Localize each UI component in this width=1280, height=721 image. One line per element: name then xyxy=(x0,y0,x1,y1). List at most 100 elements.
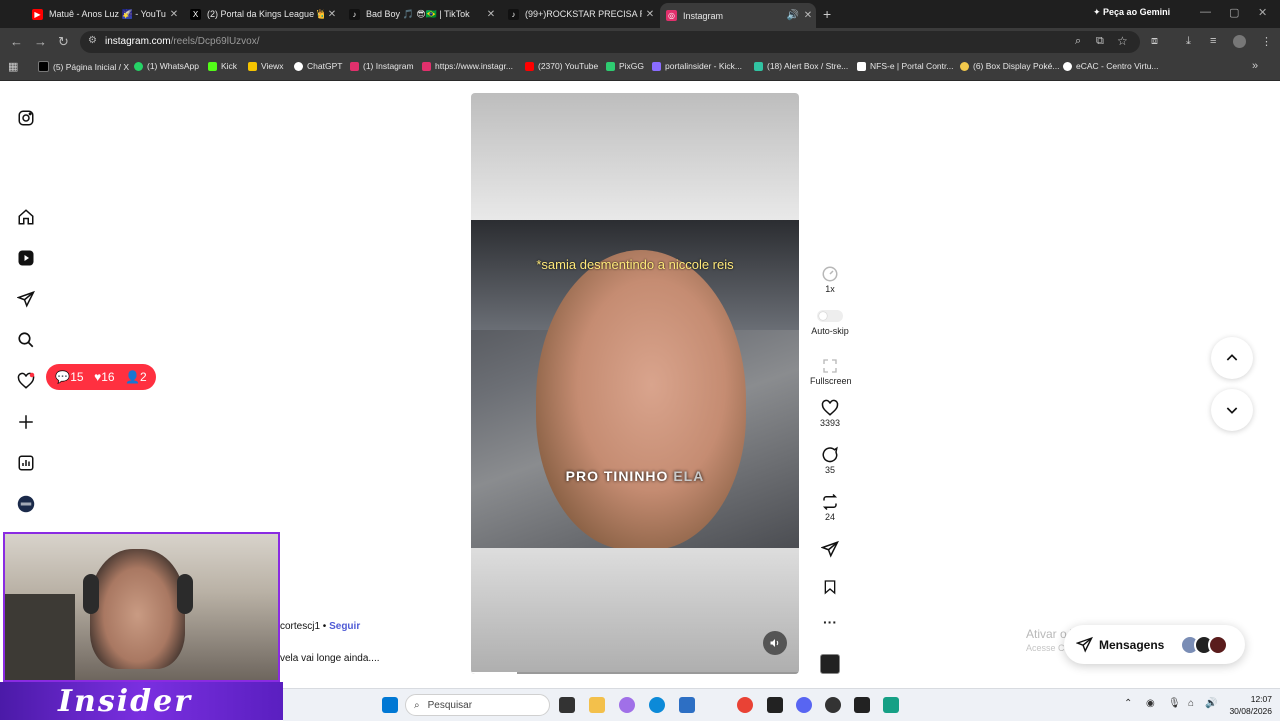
reading-list-icon[interactable]: ≡ xyxy=(1210,35,1216,47)
previous-reel-button[interactable] xyxy=(1211,337,1253,379)
bookmark-nfse[interactable]: NFS-e | Portal Contr... xyxy=(857,61,953,71)
file-explorer-icon[interactable] xyxy=(589,697,605,713)
speed-control[interactable]: 1x xyxy=(810,264,850,294)
close-tab-icon[interactable]: ✕ xyxy=(324,9,340,20)
like-button[interactable]: 3393 xyxy=(810,398,850,428)
profile-avatar[interactable] xyxy=(1233,35,1246,48)
discord-icon[interactable] xyxy=(796,697,812,713)
network-icon[interactable]: ⌂ xyxy=(1188,698,1194,709)
speed-icon xyxy=(810,264,850,284)
bookmark-star-icon[interactable]: ☆ xyxy=(1117,34,1128,48)
audio-thumbnail[interactable] xyxy=(810,654,850,674)
extensions-icon[interactable]: ⧈ xyxy=(1151,35,1158,48)
close-tab-icon[interactable]: ✕ xyxy=(483,9,499,20)
taskbar-search[interactable]: ⌕ Pesquisar xyxy=(405,694,550,716)
photos-icon[interactable] xyxy=(679,697,695,713)
zoom-icon[interactable]: ⌕ xyxy=(1075,35,1081,48)
tray-app-icon[interactable]: ◉ xyxy=(1146,698,1155,709)
minimize-icon[interactable]: — xyxy=(1200,6,1211,18)
windows-start-icon[interactable] xyxy=(382,697,398,713)
bookmark-instagram[interactable]: (1) Instagram xyxy=(350,61,414,71)
bookmark-box-display[interactable]: (6) Box Display Poké... xyxy=(960,61,1059,71)
follow-button[interactable]: Seguir xyxy=(329,621,360,632)
share-button[interactable] xyxy=(810,539,850,559)
save-button[interactable] xyxy=(810,577,850,597)
obs-icon[interactable] xyxy=(825,697,841,713)
reel-progress-bar[interactable] xyxy=(471,672,799,674)
more-options-icon[interactable]: ··· xyxy=(810,614,850,630)
bookmark-instagram-url[interactable]: https://www.instagr... xyxy=(422,61,513,71)
instagram-logo-icon[interactable] xyxy=(17,109,35,127)
edge-icon[interactable] xyxy=(649,697,665,713)
download-icon[interactable]: ⤓ xyxy=(1186,35,1191,48)
repost-button[interactable]: 24 xyxy=(810,492,850,522)
notification-popup[interactable]: 💬 15 ♥ 16 👤 2 xyxy=(46,364,156,390)
volume-button[interactable] xyxy=(763,631,787,655)
forward-icon[interactable]: → xyxy=(34,34,47,49)
browser-tab-bar: ▶ Matuê - Anos Luz 🌠 - YouTube ✕ X (2) P… xyxy=(0,0,1280,28)
bookmark-kick[interactable]: Kick xyxy=(208,61,237,71)
site-info-icon[interactable]: ⚙ xyxy=(88,35,97,46)
address-bar[interactable]: ⚙ instagram.com/reels/Dcp69lUzvox/ ⌕ ⧉ ☆ xyxy=(80,31,1140,53)
copilot-icon[interactable] xyxy=(619,697,635,713)
bookmark-chatgpt[interactable]: ChatGPT xyxy=(294,61,342,71)
close-tab-icon[interactable]: ✕ xyxy=(800,10,816,21)
home-icon[interactable] xyxy=(17,208,35,226)
reload-icon[interactable]: ↻ xyxy=(58,34,69,50)
taskbar-clock[interactable]: 12:07 30/08/2026 xyxy=(1229,693,1272,717)
bookmark-whatsapp[interactable]: (1) WhatsApp xyxy=(134,61,199,71)
task-view-icon[interactable] xyxy=(559,697,575,713)
apps-grid-icon[interactable]: ▦ xyxy=(8,60,18,73)
autoskip-toggle[interactable]: Auto-skip xyxy=(810,306,850,336)
tab-tiktok-rockstar[interactable]: ♪ (99+)ROCKSTAR PRECISA REFA ✕ xyxy=(502,4,658,24)
reel-progress-fill xyxy=(471,672,517,674)
gemini-button[interactable]: ✦ Peça ao Gemini xyxy=(1093,7,1170,18)
close-window-icon[interactable]: ✕ xyxy=(1258,6,1267,19)
bookmark-pixgg[interactable]: PixGG xyxy=(606,61,644,71)
bookmark-x[interactable]: (5) Página Inicial / X xyxy=(38,61,129,72)
messages-button[interactable]: Mensagens xyxy=(1064,625,1245,664)
app-icon[interactable] xyxy=(854,697,870,713)
create-icon[interactable] xyxy=(17,413,35,431)
bookmark-viewx[interactable]: Viewx xyxy=(248,61,284,71)
tab-tiktok-badboy[interactable]: ♪ Bad Boy 🎵 😎🇧🇷 | TikTok ✕ xyxy=(343,4,499,24)
next-reel-button[interactable] xyxy=(1211,389,1253,431)
dashboard-icon[interactable] xyxy=(17,454,35,472)
comment-button[interactable]: 35 xyxy=(810,445,850,475)
bookmark-ecac[interactable]: eCAC - Centro Virtu... xyxy=(1063,61,1159,71)
back-icon[interactable]: ← xyxy=(10,34,23,49)
tray-chevron-icon[interactable]: ⌃ xyxy=(1124,698,1132,709)
close-tab-icon[interactable]: ✕ xyxy=(166,9,182,20)
bookmark-youtube[interactable]: (2370) YouTube xyxy=(525,61,598,71)
tab-kings-league[interactable]: X (2) Portal da Kings League 👑 • ✕ xyxy=(184,4,340,24)
notifications-heart-icon[interactable] xyxy=(17,372,35,390)
app-icon[interactable] xyxy=(883,697,899,713)
maximize-icon[interactable]: ▢ xyxy=(1229,6,1239,19)
search-icon[interactable] xyxy=(17,331,35,349)
new-tab-button[interactable]: + xyxy=(823,6,831,22)
tab-youtube[interactable]: ▶ Matuê - Anos Luz 🌠 - YouTube ✕ xyxy=(26,4,182,24)
capcut-icon[interactable] xyxy=(767,697,783,713)
avatar xyxy=(1208,634,1229,655)
bookmark-alertbox[interactable]: (18) Alert Box / Stre... xyxy=(754,61,848,71)
tab-instagram[interactable]: ◎ Instagram 🔊 ✕ xyxy=(660,3,816,28)
chrome-icon[interactable] xyxy=(737,697,753,713)
reel-player[interactable]: *samia desmentindo a niccole reis PRO TI… xyxy=(471,93,799,674)
reel-video-frame[interactable]: *samia desmentindo a niccole reis PRO TI… xyxy=(471,220,799,548)
repost-icon xyxy=(810,492,850,512)
profile-avatar[interactable] xyxy=(17,495,35,513)
like-count: 3393 xyxy=(819,418,841,428)
audio-icon xyxy=(820,654,840,674)
close-tab-icon[interactable]: ✕ xyxy=(642,9,658,20)
direct-icon[interactable] xyxy=(17,290,35,308)
bookmark-portalinsider[interactable]: portalinsider - Kick... xyxy=(652,61,742,71)
volume-icon[interactable]: 🔊 xyxy=(1205,698,1217,709)
cast-icon[interactable]: ⧉ xyxy=(1096,35,1104,48)
microphone-icon[interactable]: 🎙 xyxy=(1168,698,1181,709)
speaker-icon[interactable]: 🔊 xyxy=(786,10,800,21)
more-bookmarks-icon[interactable]: » xyxy=(1252,60,1258,72)
menu-icon[interactable]: ⋮ xyxy=(1261,35,1272,48)
reel-author[interactable]: cortescj1 xyxy=(280,621,320,632)
reels-icon[interactable] xyxy=(17,249,35,267)
fullscreen-button[interactable]: Fullscreen xyxy=(810,356,852,386)
